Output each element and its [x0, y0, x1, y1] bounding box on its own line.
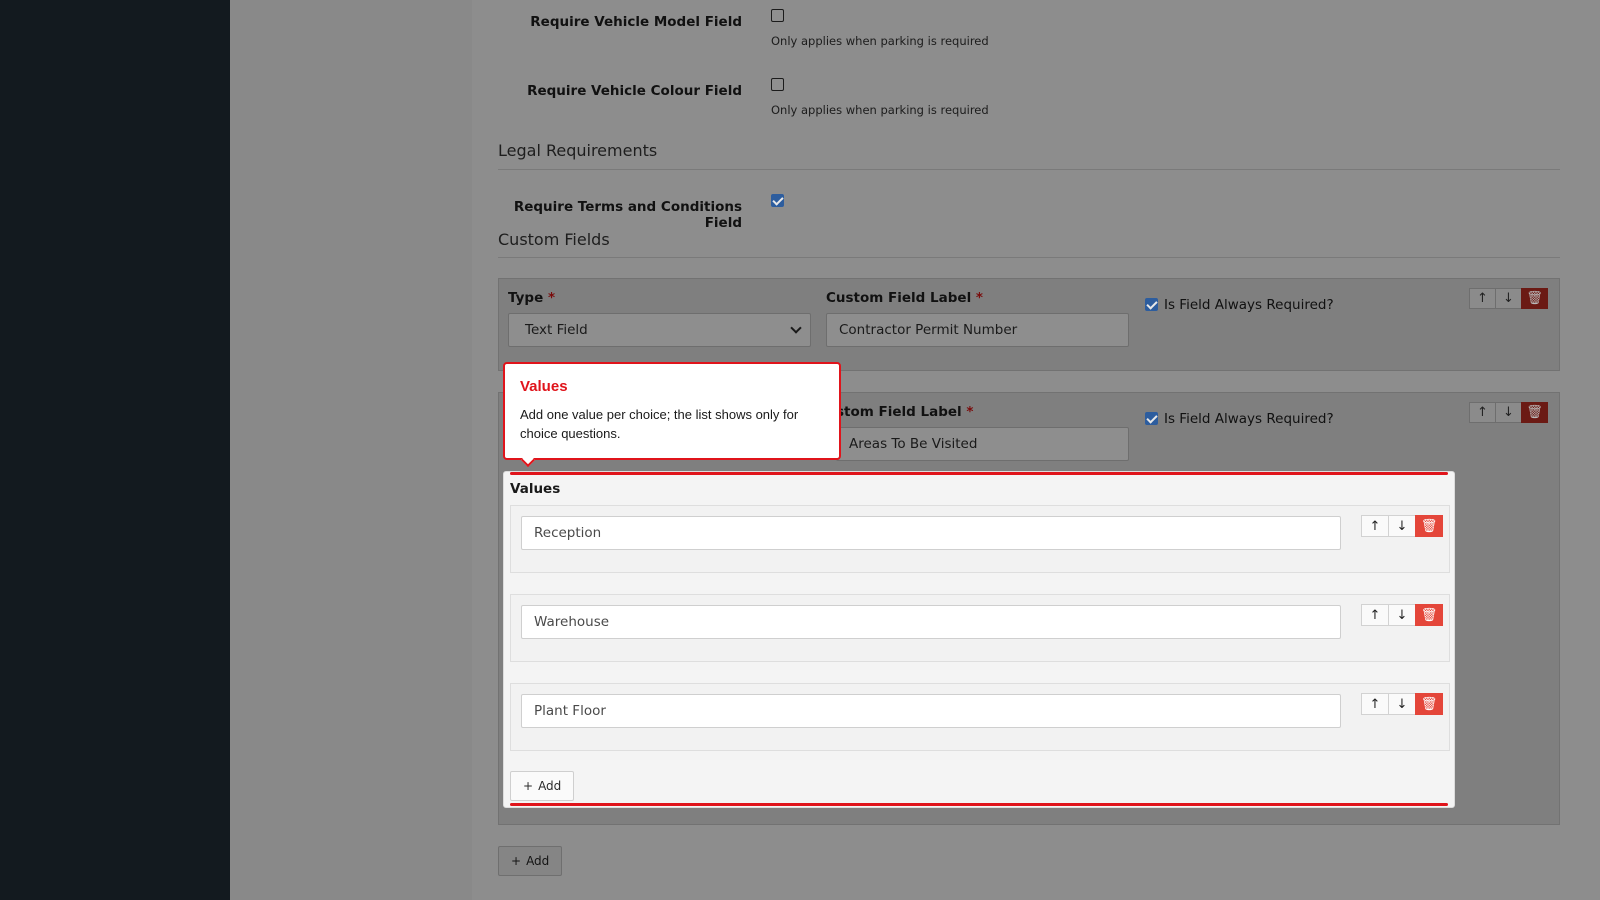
trash-icon: 🗑: [1420, 607, 1438, 623]
add-custom-field-button[interactable]: + Add: [498, 846, 563, 876]
field-actions: ↑ ↓ 🗑: [1469, 402, 1548, 423]
delete-button[interactable]: 🗑: [1521, 288, 1548, 309]
custom-field-label-label: Custom Field Label *: [826, 290, 983, 306]
arrow-up-icon: ↑: [1477, 291, 1488, 306]
field-actions: ↑ ↓ 🗑: [1469, 288, 1548, 309]
terms-checkbox[interactable]: [771, 194, 784, 207]
value-actions: ↑ ↓ 🗑: [1361, 515, 1443, 537]
move-down-button[interactable]: ↓: [1388, 693, 1416, 715]
delete-button[interactable]: 🗑: [1521, 402, 1548, 423]
move-down-button[interactable]: ↓: [1495, 288, 1522, 309]
vehicle-colour-label: Require Vehicle Colour Field: [527, 83, 742, 99]
custom-fields-title: Custom Fields: [498, 230, 610, 249]
values-tooltip: Values Add one value per choice; the lis…: [503, 362, 841, 468]
type-select[interactable]: Text Field: [508, 313, 811, 347]
divider: [498, 169, 1560, 170]
delete-button[interactable]: 🗑: [1415, 693, 1443, 715]
highlight-top-line: [510, 472, 1448, 475]
always-required-checkbox[interactable]: [1145, 298, 1158, 311]
trash-icon: 🗑: [1526, 405, 1543, 420]
value-row: Reception ↑ ↓ 🗑: [510, 505, 1450, 573]
arrow-up-icon: ↑: [1477, 405, 1488, 420]
delete-button[interactable]: 🗑: [1415, 604, 1443, 626]
value-input[interactable]: Warehouse: [521, 605, 1341, 639]
plus-icon: +: [511, 854, 522, 868]
arrow-up-icon: ↑: [1369, 518, 1381, 534]
always-required-checkbox[interactable]: [1145, 412, 1158, 425]
sidebar: [0, 0, 230, 900]
chevron-down-icon: [790, 322, 802, 334]
always-required-label: Is Field Always Required?: [1164, 297, 1334, 313]
custom-field-label-input[interactable]: Areas To Be Visited: [836, 427, 1129, 461]
arrow-down-icon: ↓: [1396, 696, 1408, 712]
plus-icon: +: [523, 779, 534, 793]
terms-label: Require Terms and Conditions Field: [513, 199, 742, 231]
trash-icon: 🗑: [1420, 518, 1438, 534]
custom-field-label-label: stom Field Label *: [836, 404, 974, 420]
value-input[interactable]: Plant Floor: [521, 694, 1341, 728]
arrow-down-icon: ↓: [1503, 405, 1514, 420]
move-up-button[interactable]: ↑: [1361, 604, 1389, 626]
highlight-bottom-line: [510, 803, 1448, 806]
value-input[interactable]: Reception: [521, 516, 1341, 550]
move-up-button[interactable]: ↑: [1361, 693, 1389, 715]
vehicle-model-checkbox[interactable]: [771, 9, 784, 22]
trash-icon: 🗑: [1526, 291, 1543, 306]
custom-field-label-input[interactable]: Contractor Permit Number: [826, 313, 1129, 347]
always-required-label: Is Field Always Required?: [1164, 411, 1334, 427]
tooltip-body: Add one value per choice; the list shows…: [520, 407, 799, 441]
vehicle-model-hint: Only applies when parking is required: [771, 34, 989, 48]
divider: [498, 257, 1560, 258]
arrow-down-icon: ↓: [1503, 291, 1514, 306]
value-row: Plant Floor ↑ ↓ 🗑: [510, 683, 1450, 751]
value-actions: ↑ ↓ 🗑: [1361, 693, 1443, 715]
move-up-button[interactable]: ↑: [1469, 402, 1496, 423]
add-value-button[interactable]: + Add: [510, 771, 575, 801]
trash-icon: 🗑: [1420, 696, 1438, 712]
values-panel: Values Reception ↑ ↓ 🗑 Warehouse ↑ ↓ 🗑 P…: [503, 471, 1455, 808]
value-row: Warehouse ↑ ↓ 🗑: [510, 594, 1450, 662]
move-up-button[interactable]: ↑: [1361, 515, 1389, 537]
delete-button[interactable]: 🗑: [1415, 515, 1443, 537]
move-down-button[interactable]: ↓: [1388, 515, 1416, 537]
vehicle-model-label: Require Vehicle Model Field: [530, 14, 742, 30]
legal-section-title: Legal Requirements: [498, 141, 658, 160]
vehicle-colour-hint: Only applies when parking is required: [771, 103, 989, 117]
values-title: Values: [510, 481, 561, 497]
vehicle-colour-checkbox[interactable]: [771, 78, 784, 91]
value-actions: ↑ ↓ 🗑: [1361, 604, 1443, 626]
tooltip-title: Values: [520, 378, 568, 395]
type-label: Type *: [508, 290, 555, 306]
move-down-button[interactable]: ↓: [1388, 604, 1416, 626]
arrow-down-icon: ↓: [1396, 607, 1408, 623]
move-up-button[interactable]: ↑: [1469, 288, 1496, 309]
arrow-up-icon: ↑: [1369, 607, 1381, 623]
arrow-up-icon: ↑: [1369, 696, 1381, 712]
move-down-button[interactable]: ↓: [1495, 402, 1522, 423]
arrow-down-icon: ↓: [1396, 518, 1408, 534]
